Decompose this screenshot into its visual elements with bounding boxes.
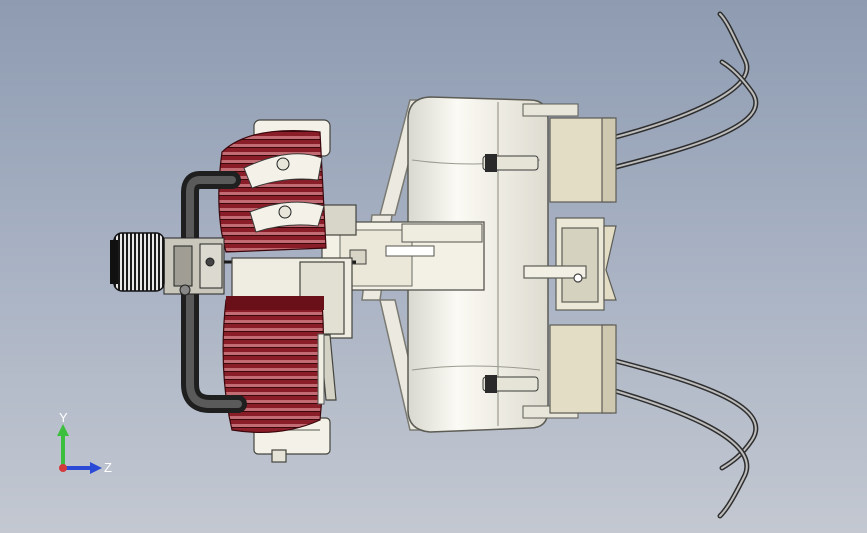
origin-icon [59, 464, 67, 472]
cad-viewport[interactable]: Y Z [0, 0, 867, 533]
coordinate-triad: Y Z [57, 410, 112, 475]
lower-cables [609, 357, 759, 519]
z-axis-arrow-icon [90, 462, 102, 474]
z-axis-label: Z [104, 460, 112, 475]
support-leg [317, 333, 325, 405]
upper-cables [609, 11, 759, 171]
air-filter[interactable] [110, 232, 165, 292]
cad-model-canvas[interactable] [0, 0, 867, 533]
y-axis-arrow-icon [57, 424, 69, 436]
y-axis-label: Y [59, 410, 68, 425]
carburetor[interactable] [163, 237, 225, 296]
top-cylinder[interactable] [218, 129, 327, 253]
